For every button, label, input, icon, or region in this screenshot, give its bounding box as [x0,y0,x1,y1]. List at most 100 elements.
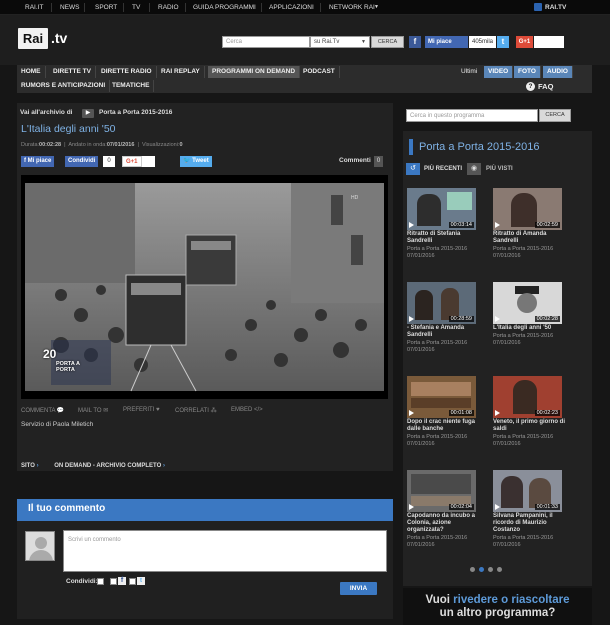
link-archivio-label: ON DEMAND - ARCHIVIO COMPLETO [54,463,162,469]
clip-title[interactable]: Ritratto di Amanda Sandrelli [493,231,567,245]
clip-program: Porta a Porta 2015-2016 [407,434,468,440]
clip-title[interactable]: - Stefania e Amanda Sandrelli [407,325,481,339]
clip-thumbnail[interactable]: 00:02:28 [493,282,562,324]
comment-input[interactable]: Scrivi un commento [63,530,387,572]
clip-program: Porta a Porta 2015-2016 [493,535,554,541]
sidebar-title: Porta a Porta 2015-2016 [409,139,539,155]
duration-value: 00:02:28 [39,142,62,148]
twitter-icon: t [137,577,145,585]
topbar-link-applicazioni[interactable]: APPLICAZIONI [269,4,314,11]
program-search-button[interactable]: CERCA [539,109,571,122]
share-checkbox-twitter[interactable] [129,578,136,585]
nav-faq[interactable]: FAQ [538,82,553,91]
promo-banner[interactable]: Vuoi rivedere o riascoltare un altro pro… [403,588,592,625]
clip-title[interactable]: Capodanno da incubo a Colonia, azione or… [407,513,481,534]
play-icon [409,222,414,228]
gplus-button[interactable]: G+1 [122,156,142,167]
twitter-icon: 🐦 [183,158,193,164]
nav-tematiche[interactable]: TEMATICHE [108,80,155,92]
facebook-icon: f [118,577,126,585]
link-sito[interactable]: SITO › [21,463,39,469]
comments-label[interactable]: Commenti [339,157,371,164]
raitv-logo[interactable]: Rai [18,28,48,49]
clip-program: Porta a Porta 2015-2016 [493,434,554,440]
embed-action[interactable]: EMBED </> [231,407,263,413]
mailto-action[interactable]: MAIL TO ✉ [78,407,108,414]
pager-dot[interactable] [470,567,475,572]
nav-video[interactable]: VIDEO [484,66,514,78]
topbar-link-guida-programmi[interactable]: GUIDA PROGRAMMI [193,4,256,11]
clip-thumbnail[interactable]: 00:03:14 [407,188,476,230]
facebook-share-button[interactable]: Condividi [65,156,99,167]
nav-home[interactable]: HOME [17,66,46,78]
thumb-figure [415,290,433,320]
favorites-action[interactable]: PREFERITI ♥ [123,407,160,413]
nav-dirette-radio[interactable]: DIRETTE RADIO [97,66,157,78]
clip-title[interactable]: Veneto, il primo giorno di saldi [493,419,567,433]
nav-foto[interactable]: FOTO [514,66,541,78]
pager-dot-active[interactable] [479,567,484,572]
topbar-link-radio[interactable]: RADIO [158,4,179,11]
topbar-link-raitv[interactable]: RAI.TV [545,4,566,11]
send-comment-button[interactable]: INVIA [340,582,377,595]
chevron-right-icon[interactable]: ▶ [82,109,94,118]
tab-piu-visti[interactable]: PIÙ VISTI [486,166,513,172]
clip-thumbnail[interactable]: 00:02:23 [493,376,562,418]
thumb-figure [511,193,537,227]
clip-title[interactable]: Silvana Pampanini, il ricordo di Maurizi… [493,513,567,534]
top-network-bar: RAI.IT NEWS SPORT TV RADIO GUIDA PROGRAM… [0,0,610,15]
tab-piu-recenti[interactable]: PIÙ RECENTI [424,166,462,172]
share-checkbox-facebook[interactable] [110,578,117,585]
topbar-link-network-rai[interactable]: NETWORK RAI [329,4,375,11]
video-meta: Durata:00:02:28 | Andato in onda:07/01/2… [21,142,183,148]
nav-ultimi[interactable]: Ultimi [457,66,481,78]
nav-audio[interactable]: AUDIO [543,66,573,78]
help-icon[interactable]: ? [526,82,535,91]
avatar [25,531,55,561]
share-checkbox-generic[interactable] [97,578,104,585]
nav-programmi-on-demand[interactable]: PROGRAMMI ON DEMAND [208,66,301,78]
related-action[interactable]: CORRELATI ⁂ [175,407,217,414]
recent-icon[interactable]: ↺ [406,163,420,175]
topbar-link-raiit[interactable]: RAI.IT [25,4,43,11]
comment-action[interactable]: COMMENTA 💬 [21,407,64,414]
play-icon [409,504,414,510]
eye-icon[interactable]: ◉ [467,163,481,175]
clip-duration: 00:03:14 [448,222,474,228]
topbar-link-tv[interactable]: TV [132,4,140,11]
video-player[interactable]: 20 PORTA A PORTA HD [21,175,388,399]
clip-thumbnail[interactable]: 00:02:04 [407,470,476,512]
clip-date: 07/01/2016 [407,441,435,447]
topbar-link-sport[interactable]: SPORT [95,4,117,11]
tweet-button[interactable]: 🐦 Tweet [180,156,212,167]
nav-rai-replay[interactable]: RAI REPLAY [157,66,205,78]
chevron-down-icon[interactable]: ▼ [374,4,379,10]
topbar-link-news[interactable]: NEWS [60,4,80,11]
breadcrumb-label: Vai all'archivio di [20,109,73,116]
thumb-figure [513,380,537,414]
search-button[interactable]: CERCA [371,36,404,48]
nav-rumors[interactable]: RUMORS E ANTICIPAZIONI [17,80,111,92]
clip-thumbnail[interactable]: 00:01:08 [407,376,476,418]
breadcrumb-link[interactable]: Porta a Porta 2015-2016 [99,109,172,116]
facebook-like-button[interactable]: Mi piace [425,36,468,48]
gplus-button[interactable]: G+1 [516,36,533,48]
pager-dot[interactable] [488,567,493,572]
twitter-icon[interactable]: t [497,36,509,48]
clip-thumbnail[interactable]: 00:02:59 [493,188,562,230]
nav-dirette-tv[interactable]: DIRETTE TV [49,66,96,78]
nav-podcast[interactable]: PODCAST [299,66,340,78]
link-on-demand-archivio[interactable]: ON DEMAND - ARCHIVIO COMPLETO › [54,463,165,469]
clip-title[interactable]: L'Italia degli anni '50 [493,325,567,332]
clip-title[interactable]: Dopo il crac niente fuga dalle banche [407,419,481,433]
search-input[interactable]: Cerca [222,36,310,48]
clip-thumbnail[interactable]: 00:01:33 [493,470,562,512]
search-scope-select[interactable]: su Rai.Tv ▼ [310,36,370,48]
clip-thumbnail[interactable]: 00:28:59 [407,282,476,324]
facebook-like-button[interactable]: f Mi piace [21,156,55,167]
clip-title[interactable]: Ritratto di Stefania Sandrelli [407,231,481,245]
clip-date: 07/01/2016 [493,340,521,346]
pager-dot[interactable] [497,567,502,572]
program-search-input[interactable]: Cerca in questo programma [406,109,538,122]
facebook-icon[interactable]: f [409,36,421,48]
